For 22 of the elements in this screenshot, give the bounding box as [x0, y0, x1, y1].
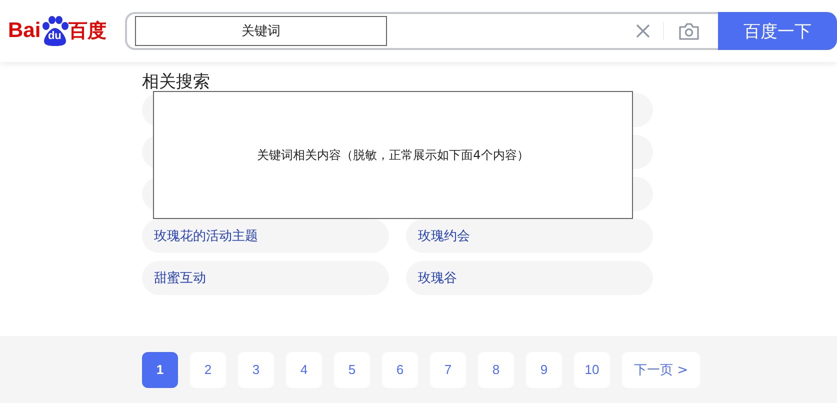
suggestion-link[interactable]: 玫瑰花的活动主题: [142, 219, 389, 253]
close-icon[interactable]: [635, 23, 652, 39]
page-button[interactable]: 3: [238, 352, 274, 388]
page-button[interactable]: 1: [142, 352, 178, 388]
page-button[interactable]: 2: [190, 352, 226, 388]
search-field[interactable]: 关键词: [134, 16, 387, 46]
next-page-button[interactable]: 下一页 >: [622, 352, 700, 388]
section-title: 相关搜索: [142, 71, 211, 93]
page-button[interactable]: 4: [286, 352, 322, 388]
page-button[interactable]: 6: [382, 352, 418, 388]
search-button[interactable]: 百度一下: [718, 12, 837, 50]
page-button[interactable]: 10: [574, 352, 610, 388]
camera-icon[interactable]: [678, 22, 700, 40]
page-button[interactable]: 9: [526, 352, 562, 388]
logo[interactable]: Bai du 百度: [8, 16, 125, 46]
notice-box: 关键词相关内容（脱敏，正常展示如下面4个内容）: [153, 91, 633, 219]
page-button[interactable]: 7: [430, 352, 466, 388]
page-button[interactable]: 5: [334, 352, 370, 388]
suggestion-link[interactable]: 玫瑰谷: [406, 261, 653, 295]
suggestion-link[interactable]: 玫瑰约会: [406, 219, 653, 253]
suggestion-link[interactable]: 甜蜜互动: [142, 261, 389, 295]
page-button[interactable]: 8: [478, 352, 514, 388]
